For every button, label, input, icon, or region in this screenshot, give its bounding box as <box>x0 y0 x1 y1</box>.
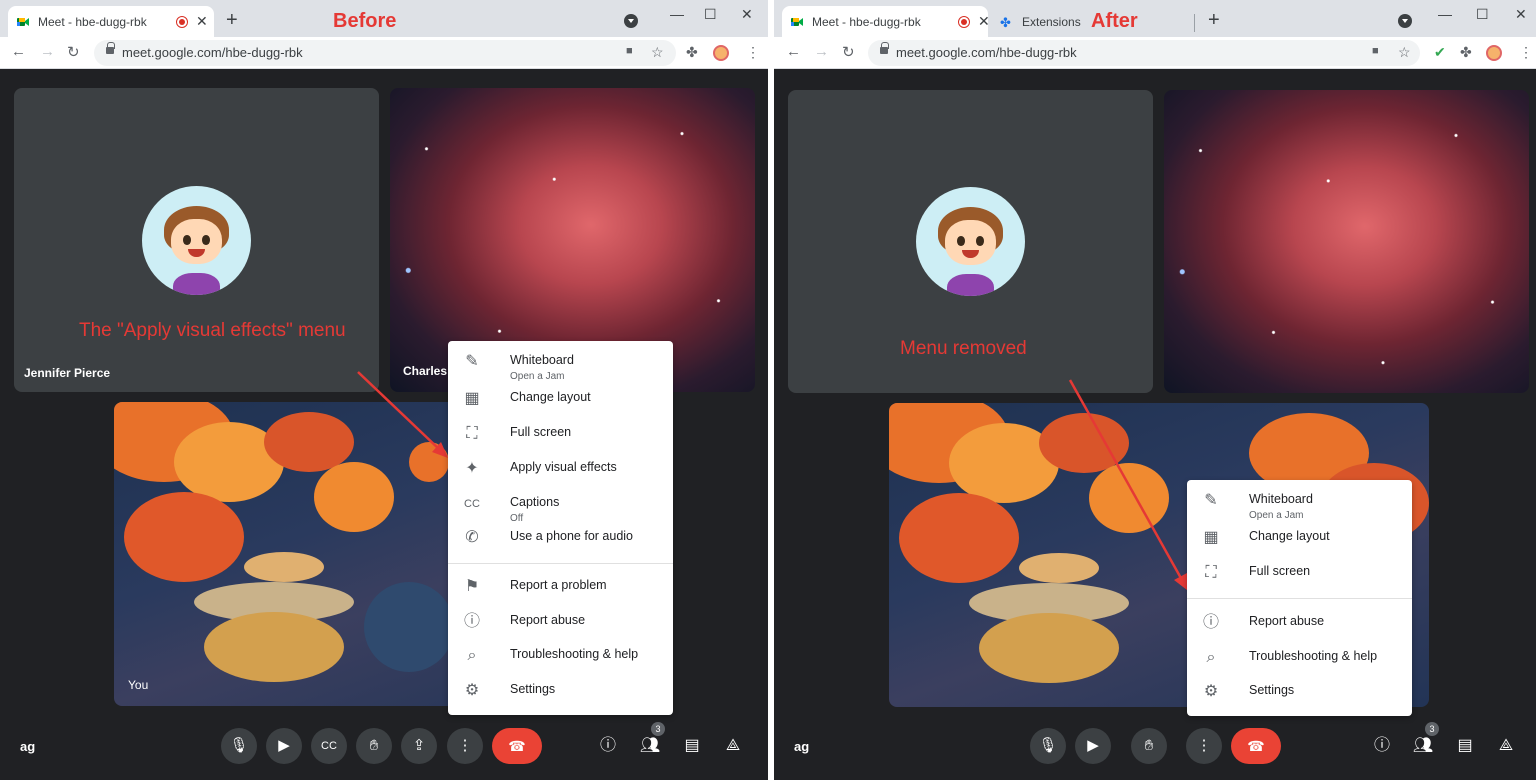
gear-icon: ⚙ <box>464 682 480 699</box>
menu-item-troubleshooting[interactable]: ⌕ Troubleshooting & help <box>448 639 673 673</box>
captions-button[interactable]: CC <box>311 728 347 764</box>
layout-icon: ▦ <box>1203 529 1219 546</box>
info-icon[interactable]: ⓘ <box>597 735 619 757</box>
chat-icon[interactable]: ▤ <box>1454 735 1476 757</box>
menu-item-report-abuse[interactable]: ⓘ Report abuse <box>1187 606 1412 640</box>
captions-icon: CC <box>464 498 480 510</box>
sparkle-icon: ✦ <box>465 460 479 477</box>
alert-icon: ⓘ <box>463 613 480 630</box>
meeting-code: ag <box>20 739 36 754</box>
options-menu: ✎ Whiteboard Open a Jam ▦ Change layout … <box>1187 480 1412 716</box>
phone-icon: ✆ <box>465 529 479 546</box>
camera-button[interactable]: ▶ <box>1075 728 1111 764</box>
layout-icon: ▦ <box>464 390 480 407</box>
menu-item-change-layout[interactable]: ▦ Change layout <box>1187 521 1412 555</box>
info-icon[interactable]: ⓘ <box>1371 735 1393 757</box>
mic-button[interactable]: 🎙︎ <box>1030 728 1066 764</box>
menu-separator <box>448 563 673 564</box>
menu-item-report-problem[interactable]: ⚑ Report a problem <box>448 570 673 604</box>
meeting-code: ag <box>794 739 810 754</box>
end-call-button[interactable]: ☎︎ <box>1231 728 1281 764</box>
menu-item-whiteboard[interactable]: ✎ Whiteboard Open a Jam <box>448 345 673 385</box>
mic-button[interactable]: 🎙︎ <box>221 728 257 764</box>
menu-item-full-screen[interactable]: ⛶ Full screen <box>448 417 673 451</box>
menu-item-troubleshooting[interactable]: ⌕ Troubleshooting & help <box>1187 641 1412 675</box>
menu-item-phone-audio[interactable]: ✆ Use a phone for audio <box>448 521 673 555</box>
chat-icon[interactable]: ▤ <box>681 735 703 757</box>
menu-item-settings[interactable]: ⚙ Settings <box>448 674 673 708</box>
present-button[interactable]: ⇪ <box>401 728 437 764</box>
menu-item-apply-visual-effects[interactable]: ✦ Apply visual effects <box>448 452 673 486</box>
people-icon[interactable]: 👥︎ <box>1412 735 1434 757</box>
more-options-button[interactable]: ⋮ <box>447 728 483 764</box>
annotation-arrow <box>1068 379 1187 590</box>
troubleshoot-icon: ⌕ <box>1206 649 1216 666</box>
menu-item-whiteboard[interactable]: ✎ Whiteboard Open a Jam <box>1187 484 1412 524</box>
raise-hand-button[interactable]: ✋︎ <box>356 728 392 764</box>
menu-item-full-screen[interactable]: ⛶ Full screen <box>1187 556 1412 590</box>
before-screenshot: Meet - hbe-dugg-rbk ✕ + Before — ☐ ✕ ← →… <box>0 0 768 780</box>
people-count-badge: 3 <box>651 722 665 736</box>
pencil-icon: ✎ <box>465 353 479 370</box>
people-icon[interactable]: 👥︎ <box>639 735 661 757</box>
end-call-button[interactable]: ☎︎ <box>492 728 542 764</box>
options-menu: ✎ Whiteboard Open a Jam ▦ Change layout … <box>448 341 673 715</box>
fullscreen-icon: ⛶ <box>466 425 478 442</box>
more-options-button[interactable]: ⋮ <box>1186 728 1222 764</box>
raise-hand-button[interactable]: ✋︎ <box>1131 728 1167 764</box>
after-screenshot: Meet - hbe-dugg-rbk ✕ ✤ Extensions After… <box>774 0 1536 780</box>
menu-item-settings[interactable]: ⚙ Settings <box>1187 675 1412 709</box>
troubleshoot-icon: ⌕ <box>467 647 477 664</box>
alert-icon: ⓘ <box>1202 614 1219 631</box>
people-count-badge: 3 <box>1425 722 1439 736</box>
menu-item-report-abuse[interactable]: ⓘ Report abuse <box>448 605 673 639</box>
gear-icon: ⚙ <box>1203 683 1219 700</box>
fullscreen-icon: ⛶ <box>1205 564 1217 581</box>
camera-button[interactable]: ▶ <box>266 728 302 764</box>
feedback-icon: ⚑ <box>464 578 480 595</box>
pencil-icon: ✎ <box>1204 492 1218 509</box>
activities-icon[interactable]: ⟁ <box>722 735 744 757</box>
menu-item-change-layout[interactable]: ▦ Change layout <box>448 382 673 416</box>
activities-icon[interactable]: ⟁ <box>1495 735 1517 757</box>
menu-separator <box>1187 598 1412 599</box>
